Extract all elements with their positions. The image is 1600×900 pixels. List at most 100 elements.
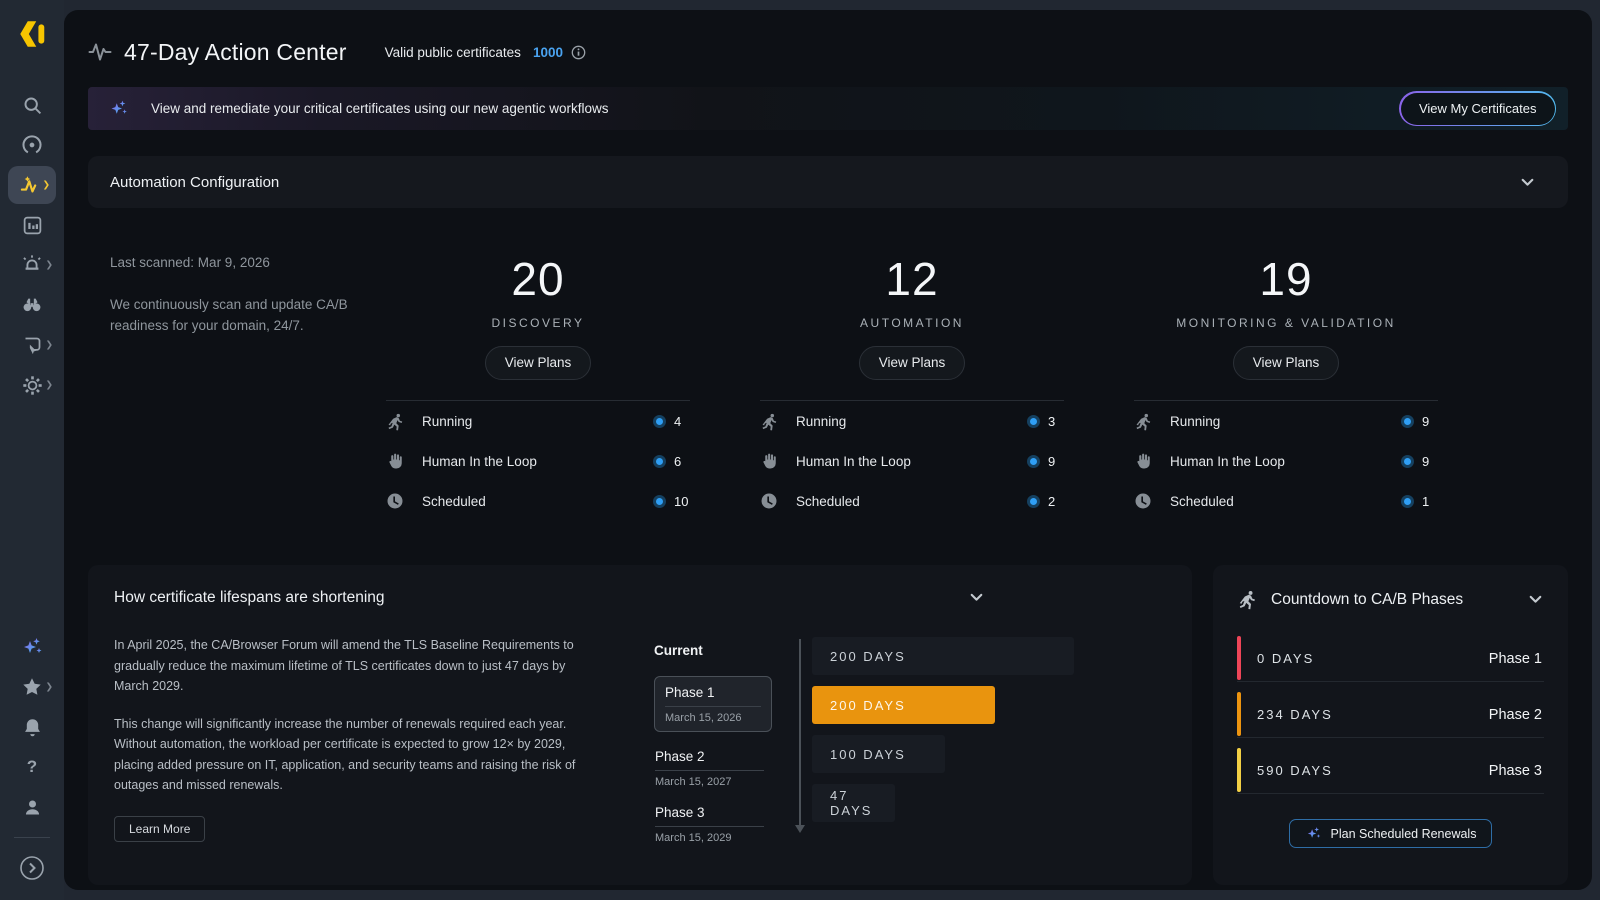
stat-count: 12	[760, 252, 1064, 306]
timeline-arrow	[790, 635, 812, 844]
stat-row-scheduled[interactable]: Scheduled 2	[760, 481, 1064, 521]
view-plans-button[interactable]: View Plans	[485, 346, 592, 380]
lifespan-bar-highlighted: 200 DAYS	[812, 686, 995, 724]
chevron-right-icon: ❯	[42, 180, 50, 191]
favorites-star-icon[interactable]: ❯	[8, 667, 56, 707]
stat-row-human-in-the-loop[interactable]: Human In the Loop 6	[386, 441, 690, 481]
countdown-card: Countdown to CA/B Phases 0 DAYS Phase 1 …	[1213, 565, 1568, 885]
alerts-icon[interactable]: ❯	[8, 245, 56, 285]
dashboard-icon[interactable]	[8, 205, 56, 245]
plan-scheduled-renewals-button[interactable]: Plan Scheduled Renewals	[1289, 819, 1493, 848]
accent-bar	[1237, 748, 1241, 792]
stat-row-scheduled[interactable]: Scheduled 1	[1134, 481, 1438, 521]
hand-icon	[1134, 452, 1158, 470]
discovery-binoculars-icon[interactable]	[8, 285, 56, 325]
valid-certs-label: Valid public certificates	[385, 45, 521, 60]
view-plans-button[interactable]: View Plans	[1233, 346, 1340, 380]
stat-column-monitoring: 19 MONITORING & VALIDATION View Plans Ru…	[1134, 252, 1438, 521]
paragraph: In April 2025, the CA/Browser Forum will…	[114, 635, 582, 697]
divider	[655, 770, 764, 771]
last-scanned-text: Last scanned: Mar 9, 2026	[110, 252, 360, 273]
remediation-shield-icon[interactable]: ❯	[8, 325, 56, 365]
chevron-right-icon: ❯	[45, 682, 53, 693]
phase-3-item[interactable]: Phase 3 March 15, 2029	[654, 805, 764, 844]
chevron-right-icon: ❯	[45, 340, 53, 351]
user-icon[interactable]	[8, 787, 56, 827]
stat-count: 19	[1134, 252, 1438, 306]
scan-description: We continuously scan and update CA/B rea…	[110, 294, 360, 336]
target-icon[interactable]	[8, 125, 56, 165]
activity-icon	[88, 40, 112, 64]
scan-info: Last scanned: Mar 9, 2026 We continuousl…	[110, 252, 360, 521]
current-label: Current	[654, 643, 776, 658]
brand-logo[interactable]	[16, 18, 48, 55]
ai-sparkles-icon[interactable]	[8, 627, 56, 667]
clock-icon	[760, 492, 784, 510]
accent-bar	[1237, 636, 1241, 680]
stat-row-running[interactable]: Running 9	[1134, 401, 1438, 441]
info-icon[interactable]	[571, 45, 586, 60]
page-title: 47-Day Action Center	[124, 39, 347, 66]
phase-1-item[interactable]: Phase 1 March 15, 2026	[654, 676, 772, 732]
status-dot	[1401, 495, 1414, 508]
stat-label: AUTOMATION	[760, 316, 1064, 330]
stat-column-automation: 12 AUTOMATION View Plans Running 3 Human…	[760, 252, 1064, 521]
lifespans-text: In April 2025, the CA/Browser Forum will…	[114, 635, 582, 844]
agentic-workflows-banner: View and remediate your critical certifi…	[88, 87, 1568, 130]
notifications-bell-icon[interactable]	[8, 707, 56, 747]
runner-icon	[760, 412, 784, 431]
view-plans-button[interactable]: View Plans	[859, 346, 966, 380]
collapse-sidebar-button[interactable]	[8, 848, 56, 888]
stat-row-human-in-the-loop[interactable]: Human In the Loop 9	[760, 441, 1064, 481]
search-icon[interactable]	[8, 85, 56, 125]
automation-configuration-body: Last scanned: Mar 9, 2026 We continuousl…	[88, 208, 1568, 547]
chevron-right-icon: ❯	[45, 380, 53, 391]
countdown-row-phase-3: 590 DAYS Phase 3	[1237, 748, 1544, 794]
main-panel: 47-Day Action Center Valid public certif…	[64, 10, 1592, 890]
section-title: Automation Configuration	[110, 174, 279, 191]
paragraph: This change will significantly increase …	[114, 714, 582, 796]
settings-gear-icon[interactable]: ❯	[8, 365, 56, 405]
automation-configuration-header[interactable]: Automation Configuration	[88, 156, 1568, 208]
status-dot	[653, 495, 666, 508]
runner-icon	[1237, 589, 1258, 610]
stat-row-running[interactable]: Running 3	[760, 401, 1064, 441]
banner-message: View and remediate your critical certifi…	[151, 101, 608, 116]
countdown-row-phase-2: 234 DAYS Phase 2	[1237, 692, 1544, 738]
status-dot	[1401, 455, 1414, 468]
accent-bar	[1237, 692, 1241, 736]
phase-selector: Current Phase 1 March 15, 2026 Phase 2 M…	[654, 635, 776, 844]
view-my-certificates-button[interactable]: View My Certificates	[1399, 91, 1556, 126]
lifespan-bar: 200 DAYS	[812, 637, 1074, 675]
card-title: How certificate lifespans are shortening	[114, 589, 1166, 607]
phase-2-item[interactable]: Phase 2 March 15, 2027	[654, 749, 764, 788]
stat-row-running[interactable]: Running 4	[386, 401, 690, 441]
help-icon[interactable]: ?	[8, 747, 56, 787]
sidebar: ❯ ❯ ❯	[0, 0, 64, 900]
chevron-down-icon[interactable]	[1527, 591, 1544, 608]
clock-icon	[386, 492, 410, 510]
stat-row-human-in-the-loop[interactable]: Human In the Loop 9	[1134, 441, 1438, 481]
hand-icon	[760, 452, 784, 470]
sidebar-item-action-center[interactable]: ❯	[8, 166, 56, 204]
status-dot	[1401, 415, 1414, 428]
stat-row-scheduled[interactable]: Scheduled 10	[386, 481, 690, 521]
valid-certs-count[interactable]: 1000	[533, 45, 563, 60]
lifespan-bar: 100 DAYS	[812, 735, 945, 773]
countdown-row-phase-1: 0 DAYS Phase 1	[1237, 636, 1544, 682]
learn-more-button[interactable]: Learn More	[114, 816, 205, 842]
lifespan-bar: 47 DAYS	[812, 784, 895, 822]
sidebar-divider	[14, 837, 50, 838]
stat-label: DISCOVERY	[386, 316, 690, 330]
divider	[655, 826, 764, 827]
runner-icon	[1134, 412, 1158, 431]
page-header: 47-Day Action Center Valid public certif…	[88, 32, 1568, 72]
stat-count: 20	[386, 252, 690, 306]
status-dot	[1027, 415, 1040, 428]
chevron-down-icon[interactable]	[1519, 174, 1536, 191]
divider	[665, 706, 761, 707]
chevron-down-icon[interactable]	[968, 589, 985, 606]
sparkle-icon	[1305, 825, 1322, 842]
stat-label: MONITORING & VALIDATION	[1134, 316, 1438, 330]
lifespan-bars: 200 DAYS 200 DAYS 100 DAYS 47 DAYS	[812, 637, 1166, 844]
